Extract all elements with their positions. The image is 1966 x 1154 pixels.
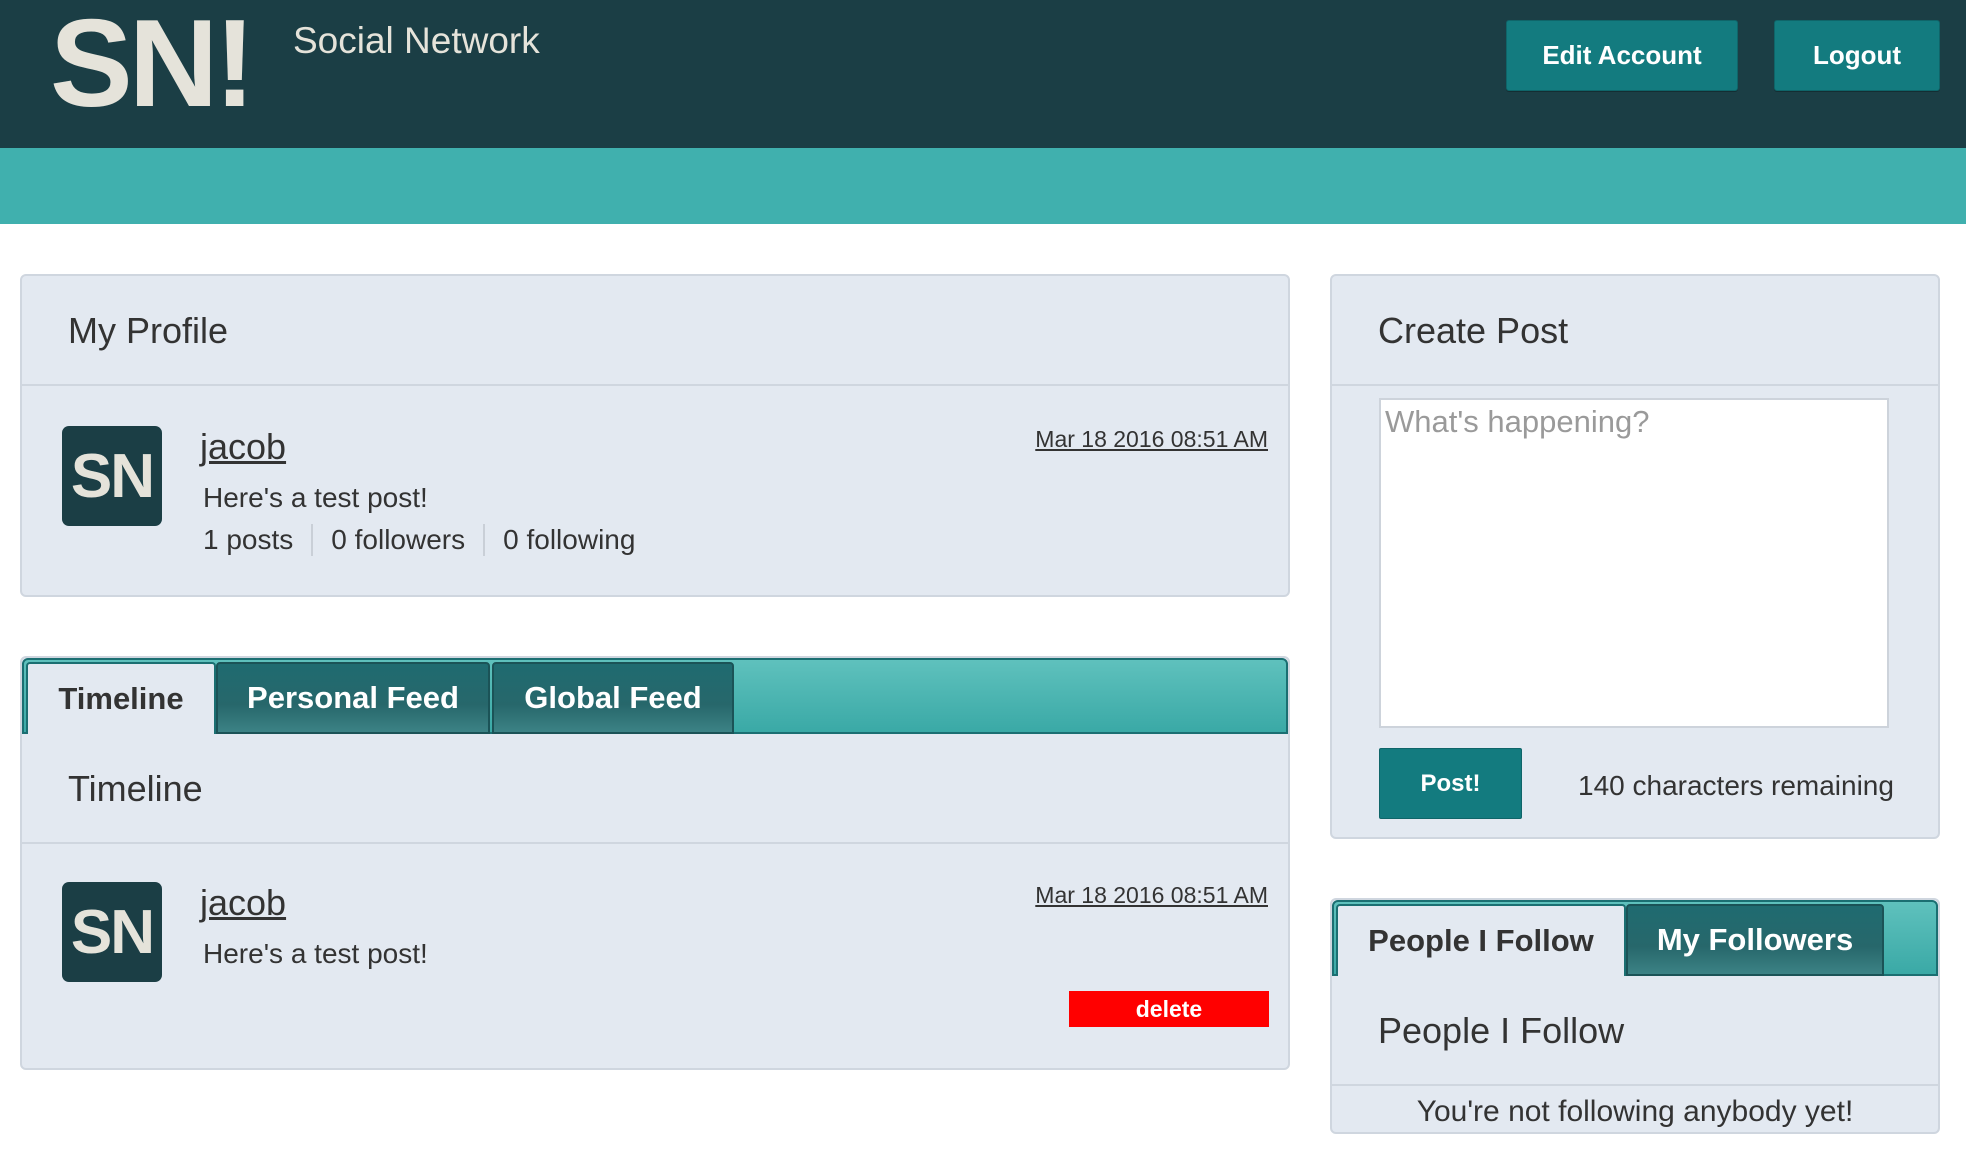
profile-title: My Profile <box>68 310 229 351</box>
feed-section-title: Timeline <box>68 768 203 809</box>
logo[interactable]: SN! <box>50 2 256 126</box>
profile-panel: My Profile SN jacob Mar 18 2016 08:51 AM… <box>20 274 1290 597</box>
profile-stats: 1 posts 0 followers 0 following <box>203 524 653 556</box>
profile-timestamp-link[interactable]: Mar 18 2016 08:51 AM <box>1035 426 1268 453</box>
avatar[interactable]: SN <box>62 882 162 982</box>
create-post-panel: Create Post Post! 140 characters remaini… <box>1330 274 1940 839</box>
tab-global-feed[interactable]: Global Feed <box>492 662 734 734</box>
follow-panel: People I Follow My Followers People I Fo… <box>1330 898 1940 1134</box>
top-header: SN! Social Network Edit Account Logout <box>0 0 1966 148</box>
post-textarea[interactable] <box>1379 398 1889 728</box>
follow-section-title: People I Follow <box>1378 1010 1625 1051</box>
characters-remaining: 140 characters remaining <box>1578 770 1894 801</box>
logout-button[interactable]: Logout <box>1774 20 1940 91</box>
tab-personal-feed[interactable]: Personal Feed <box>216 662 490 734</box>
feed-tabbar: Timeline Personal Feed Global Feed <box>22 658 1288 734</box>
delete-post-button[interactable]: delete <box>1069 991 1269 1027</box>
tab-people-i-follow[interactable]: People I Follow <box>1336 904 1626 976</box>
follow-section-header: People I Follow <box>1332 976 1938 1086</box>
tab-my-followers[interactable]: My Followers <box>1626 904 1884 976</box>
follow-empty-message: You're not following anybody yet! <box>1416 1095 1854 1128</box>
follow-tabbar: People I Follow My Followers <box>1332 900 1938 976</box>
profile-latest-post: Here's a test post! <box>203 482 428 513</box>
feed-section-header: Timeline <box>22 734 1288 844</box>
following-count[interactable]: 0 following <box>483 524 653 556</box>
posts-count[interactable]: 1 posts <box>203 524 311 556</box>
edit-account-button[interactable]: Edit Account <box>1506 20 1738 91</box>
followers-count[interactable]: 0 followers <box>311 524 483 556</box>
post-submit-button[interactable]: Post! <box>1379 748 1522 819</box>
profile-username-link[interactable]: jacob <box>200 426 286 468</box>
accent-bar <box>0 148 1966 224</box>
profile-panel-header: My Profile <box>22 276 1288 386</box>
create-post-title: Create Post <box>1378 310 1569 351</box>
post-text: Here's a test post! <box>203 938 428 969</box>
post-timestamp-link[interactable]: Mar 18 2016 08:51 AM <box>1035 882 1268 909</box>
brand-name: Social Network <box>293 20 540 61</box>
feed-panel: Timeline Personal Feed Global Feed Timel… <box>20 656 1290 1070</box>
avatar[interactable]: SN <box>62 426 162 526</box>
tab-timeline[interactable]: Timeline <box>26 662 216 734</box>
create-post-header: Create Post <box>1332 276 1938 386</box>
post-username-link[interactable]: jacob <box>200 882 286 924</box>
